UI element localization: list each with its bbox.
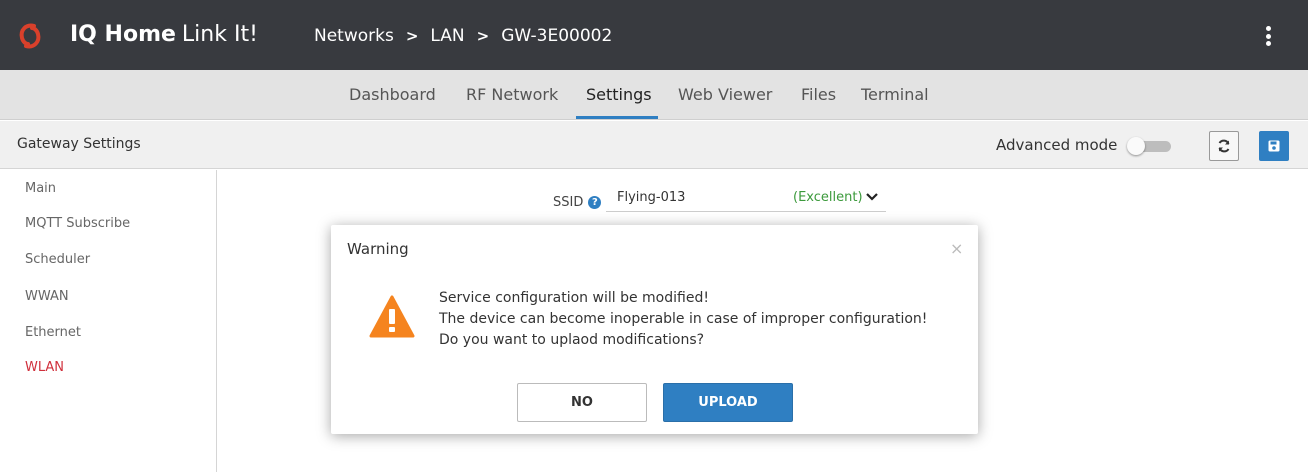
app-title[interactable]: IQ Home Link It!	[70, 22, 258, 47]
ssid-signal-quality: (Excellent)	[793, 190, 863, 205]
breadcrumb-separator: >	[405, 27, 419, 45]
save-button[interactable]	[1259, 131, 1289, 161]
no-button[interactable]: NO	[517, 383, 647, 422]
sidebar-item-wwan[interactable]: WWAN	[25, 289, 69, 304]
dialog-message-line: Service configuration will be modified!	[439, 290, 709, 306]
tab-bar: Dashboard RF Network Settings Web Viewer…	[0, 70, 1308, 120]
warning-dialog: Warning × Service configuration will be …	[331, 225, 978, 434]
link-icon[interactable]	[14, 20, 46, 52]
top-bar: IQ Home Link It! Networks > LAN > GW-3E00…	[0, 0, 1308, 70]
upload-button[interactable]: UPLOAD	[663, 383, 793, 422]
settings-sidebar: Main MQTT Subscribe Scheduler WWAN Ether…	[0, 170, 217, 472]
page-title: Gateway Settings	[17, 136, 141, 152]
save-icon	[1268, 140, 1280, 152]
settings-header: Gateway Settings Advanced mode	[0, 121, 1308, 169]
breadcrumb-item-lan[interactable]: LAN	[430, 26, 464, 46]
dialog-message: Service configuration will be modified! …	[439, 288, 927, 351]
sidebar-item-ethernet[interactable]: Ethernet	[25, 325, 81, 340]
ssid-label: SSID ?	[553, 195, 602, 210]
ssid-value: Flying-013	[617, 190, 686, 205]
refresh-icon	[1218, 139, 1230, 153]
advanced-mode-toggle[interactable]	[1127, 137, 1171, 155]
tab-web-viewer[interactable]: Web Viewer	[678, 85, 772, 104]
sidebar-item-wlan[interactable]: WLAN	[25, 360, 64, 375]
sidebar-item-mqtt-subscribe[interactable]: MQTT Subscribe	[25, 216, 130, 231]
tab-dashboard[interactable]: Dashboard	[349, 85, 436, 104]
tab-settings[interactable]: Settings	[586, 85, 652, 104]
close-icon[interactable]: ×	[950, 239, 963, 258]
help-icon[interactable]: ?	[588, 196, 602, 209]
chevron-down-icon[interactable]	[865, 190, 879, 204]
breadcrumb-separator: >	[476, 27, 490, 45]
ssid-select[interactable]: Flying-013 (Excellent)	[606, 185, 886, 212]
active-tab-indicator	[576, 116, 658, 119]
dialog-message-line: The device can become inoperable in case…	[439, 311, 928, 327]
kebab-menu-icon[interactable]	[1259, 24, 1277, 48]
breadcrumb-item-gateway[interactable]: GW-3E00002	[501, 26, 612, 46]
ssid-label-text: SSID	[553, 195, 584, 210]
breadcrumb: Networks > LAN > GW-3E00002	[314, 26, 612, 46]
advanced-mode-label: Advanced mode	[996, 136, 1118, 154]
tab-terminal[interactable]: Terminal	[861, 85, 929, 104]
app-title-bold: IQ Home	[70, 22, 176, 47]
tab-files[interactable]: Files	[801, 85, 836, 104]
tab-rf-network[interactable]: RF Network	[466, 85, 558, 104]
sidebar-item-main[interactable]: Main	[25, 181, 56, 196]
warning-triangle-icon	[369, 295, 415, 338]
breadcrumb-item-networks[interactable]: Networks	[314, 26, 394, 46]
refresh-button[interactable]	[1209, 131, 1239, 161]
dialog-message-line: Do you want to uplaod modifications?	[439, 332, 705, 348]
app-title-light: Link It!	[181, 22, 258, 47]
sidebar-item-scheduler[interactable]: Scheduler	[25, 252, 90, 267]
dialog-title: Warning	[347, 240, 409, 258]
